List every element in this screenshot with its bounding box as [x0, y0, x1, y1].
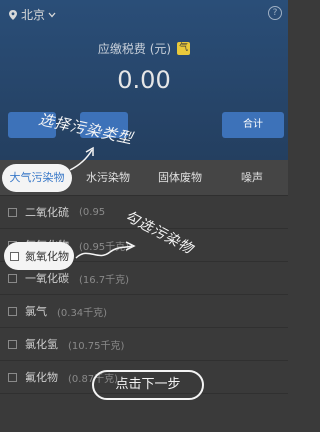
tax-label-row: 应缴税费 (元) 气 — [0, 40, 288, 57]
pollutant-amount: (10.75千克) — [68, 340, 125, 352]
city-label: 北京 — [21, 8, 46, 22]
chevron-down-icon — [48, 12, 56, 17]
pollutant-name: 氯气 — [25, 305, 47, 318]
tax-type-badge: 气 — [177, 42, 191, 55]
tab-noise[interactable]: 噪声 — [216, 160, 288, 195]
tax-label: 应缴税费 (元) — [97, 42, 172, 56]
checkbox[interactable] — [8, 207, 17, 217]
pollutant-name: 氟化物 — [25, 371, 58, 384]
pollutant-amount: (0.34千克) — [57, 307, 108, 319]
pollutant-name: 氮氧化物 — [25, 250, 69, 263]
city-selector[interactable]: 北京 — [8, 6, 56, 23]
highlighted-list-item[interactable]: 氮氧化物 — [4, 242, 74, 270]
location-pin-icon — [9, 9, 17, 20]
total-button[interactable]: 合计 — [222, 112, 284, 138]
header-panel: 北京 ? 应缴税费 (元) 气 0.00 合计 — [0, 0, 288, 160]
pollutant-amount: (0.95 — [79, 206, 106, 218]
arrow-icon — [75, 241, 136, 259]
checkbox[interactable] — [8, 306, 17, 316]
checkbox[interactable] — [8, 339, 17, 349]
pollutant-name: 一氧化碳 — [25, 272, 69, 285]
tax-amount: 0.00 — [117, 66, 171, 94]
help-icon[interactable]: ? — [268, 6, 282, 20]
pollutant-name: 二氧化硫 — [25, 206, 69, 219]
list-item[interactable]: 氯气 (0.34千克) — [0, 295, 288, 328]
checkbox[interactable] — [8, 372, 17, 382]
list-item[interactable]: 氯化氢 (10.75千克) — [0, 328, 288, 361]
checkbox[interactable] — [8, 273, 17, 283]
arrow-icon — [69, 146, 94, 171]
tab-air-highlight[interactable]: 大气污染物 — [2, 164, 72, 192]
pollutant-amount: (16.7千克) — [79, 274, 130, 286]
next-step-hint[interactable]: 点击下一步 — [92, 370, 204, 400]
checkbox[interactable] — [10, 251, 19, 261]
tab-solid-waste[interactable]: 固体废物 — [144, 160, 216, 195]
pollutant-name: 氯化氢 — [25, 338, 58, 351]
